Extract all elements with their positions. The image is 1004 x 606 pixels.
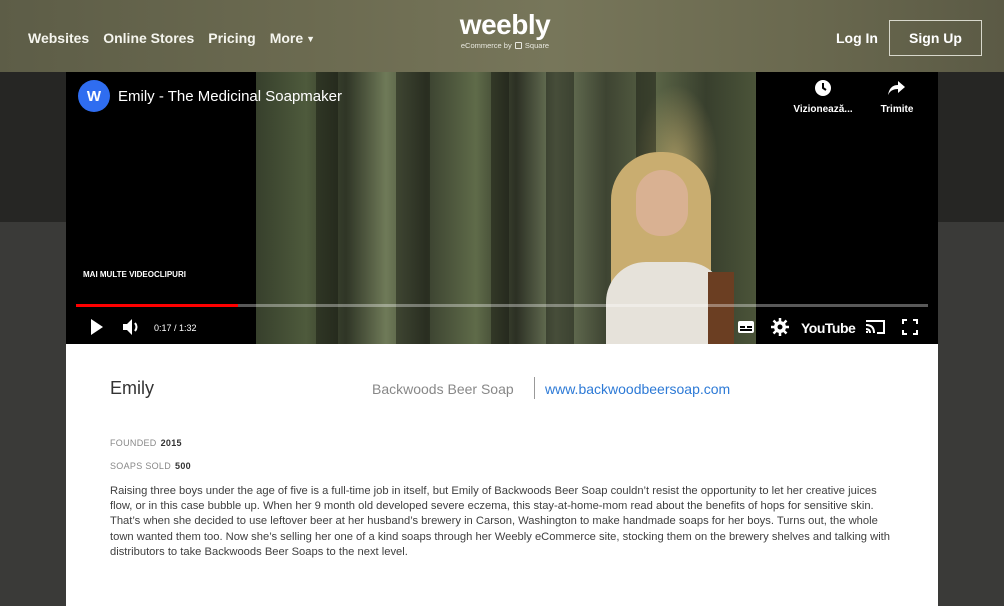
nav-more[interactable]: More ▼ (270, 30, 315, 46)
soaps-sold-value: 500 (175, 461, 191, 471)
playback-time: 0:17 / 1:32 (154, 323, 197, 333)
share-button[interactable]: Trimite (862, 78, 932, 115)
signup-button[interactable]: Sign Up (889, 20, 982, 56)
channel-avatar[interactable]: W (78, 80, 110, 112)
watch-later-button[interactable]: Vizionează... (788, 78, 858, 115)
nav-online-stores[interactable]: Online Stores (103, 30, 194, 46)
share-icon (862, 78, 932, 100)
clock-icon (788, 78, 858, 100)
cast-icon[interactable] (864, 316, 886, 343)
more-videos-link[interactable]: MAI MULTE VIDEOCLIPURI (83, 270, 186, 279)
profile-card: Emily Backwoods Beer Soap www.backwoodbe… (66, 344, 938, 606)
main-nav: Websites Online Stores Pricing More ▼ (28, 30, 315, 46)
seller-description: Raising three boys under the age of five… (110, 485, 891, 558)
founded-stat: FOUNDED 2015 (110, 438, 182, 448)
nav-more-label: More (269, 30, 304, 46)
founded-value: 2015 (160, 438, 182, 448)
founded-label: FOUNDED (110, 438, 157, 448)
brand-tagline-square: Square (524, 41, 550, 50)
weebly-logo[interactable]: weebly eCommerce by Square (445, 9, 565, 51)
site-header: Websites Online Stores Pricing More ▼ wee… (0, 0, 1004, 72)
nav-pricing[interactable]: Pricing (208, 30, 255, 46)
divider (534, 377, 535, 399)
youtube-logo[interactable]: YouTube (801, 320, 856, 336)
brand-tagline: eCommerce by Square (445, 41, 565, 50)
volume-icon[interactable] (121, 316, 145, 343)
progress-bar[interactable] (76, 304, 928, 307)
share-label: Trimite (880, 104, 914, 115)
nav-websites[interactable]: Websites (28, 30, 89, 46)
play-icon[interactable] (88, 316, 106, 343)
settings-icon[interactable] (770, 316, 790, 343)
soaps-sold-label: SOAPS SOLD (110, 461, 172, 471)
chevron-down-icon: ▼ (306, 34, 316, 44)
square-logo-icon (514, 42, 522, 49)
login-link[interactable]: Log In (836, 30, 878, 46)
fullscreen-icon[interactable] (900, 316, 920, 343)
watch-later-label: Vizionează... (793, 104, 853, 115)
player-controls: 0:17 / 1:32 YouTube (66, 312, 938, 344)
website-link[interactable]: www.backwoodbeersoap.com (545, 381, 730, 397)
progress-fill (76, 304, 238, 307)
seller-name: Emily (110, 378, 154, 398)
video-player[interactable]: W Emily - The Medicinal Soapmaker Vizion… (66, 72, 938, 344)
company-name: Backwoods Beer Soap (372, 381, 514, 397)
subtitles-icon[interactable] (736, 316, 756, 343)
brand-name: weebly (459, 9, 551, 40)
brand-tagline-text: eCommerce by (460, 41, 512, 50)
soaps-sold-stat: SOAPS SOLD 500 (110, 461, 191, 471)
video-title[interactable]: Emily - The Medicinal Soapmaker (118, 88, 342, 105)
presenter-face (636, 170, 688, 236)
